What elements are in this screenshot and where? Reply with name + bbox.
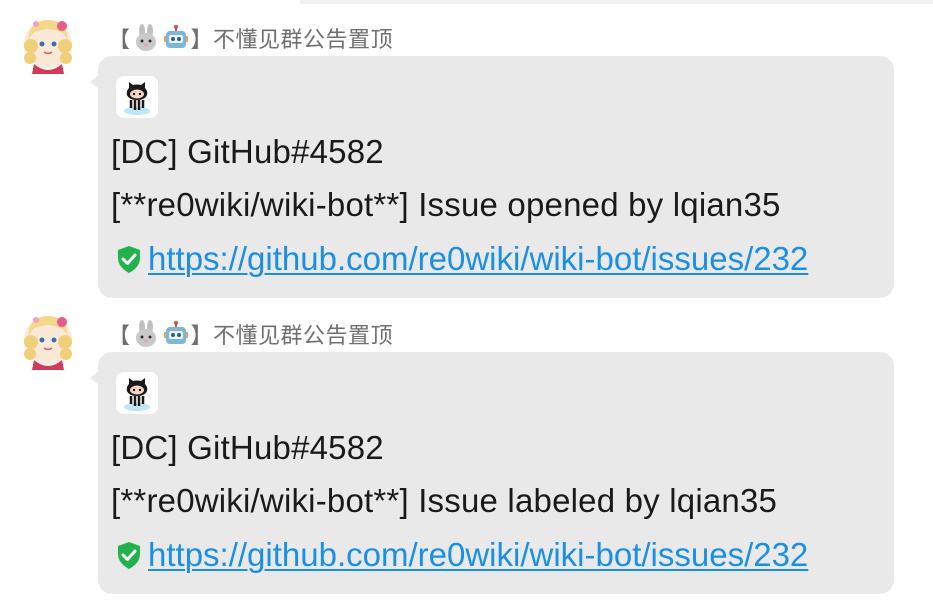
message-title: [DC] GitHub#4582 <box>111 133 384 170</box>
security-shield-icon <box>118 542 140 569</box>
user-avatar[interactable] <box>22 310 74 374</box>
message-bubble[interactable]: [DC] GitHub#4582 [**re0wiki/wiki-bot**] … <box>90 56 894 298</box>
message-title: [DC] GitHub#4582 <box>111 429 384 466</box>
message-body: [**re0wiki/wiki-bot**] Issue labeled by … <box>111 482 778 519</box>
rabbit-icon <box>135 24 156 51</box>
link-row: https://github.com/re0wiki/wiki-bot/issu… <box>113 534 808 576</box>
sender-label: 不懂见群公告置顶 <box>213 324 394 349</box>
sender-open-bracket: 【 <box>108 28 131 53</box>
link-row: https://github.com/re0wiki/wiki-bot/issu… <box>113 238 808 280</box>
github-octocat-icon <box>116 372 158 414</box>
top-divider <box>300 0 933 4</box>
issue-link[interactable]: https://github.com/re0wiki/wiki-bot/issu… <box>148 536 808 574</box>
sender-close-bracket: 】 <box>190 28 214 53</box>
bubble-tail <box>90 74 100 90</box>
sender-name: 【 】 不懂见群公告置顶 <box>108 319 393 349</box>
issue-link[interactable]: https://github.com/re0wiki/wiki-bot/issu… <box>148 240 808 278</box>
sender-close-bracket: 】 <box>190 324 214 349</box>
sender-label: 不懂见群公告置顶 <box>213 28 394 53</box>
user-avatar[interactable] <box>22 14 74 78</box>
message-bubble[interactable]: [DC] GitHub#4582 [**re0wiki/wiki-bot**] … <box>90 352 894 594</box>
message-body: [**re0wiki/wiki-bot**] Issue opened by l… <box>111 186 781 223</box>
sender-name: 【 】 不懂见群公告置顶 <box>108 23 393 53</box>
github-octocat-icon <box>116 76 158 118</box>
bubble-tail <box>90 370 100 386</box>
robot-icon <box>163 25 188 48</box>
security-shield-icon <box>118 246 140 273</box>
robot-icon <box>163 321 188 344</box>
rabbit-icon <box>135 320 156 347</box>
sender-open-bracket: 【 <box>108 324 131 349</box>
